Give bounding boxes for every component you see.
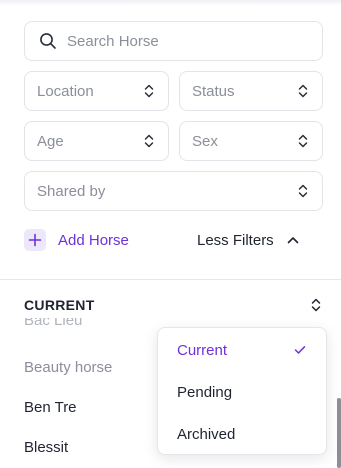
chevron-up-down-icon bbox=[144, 84, 154, 98]
horse-filter-panel: Search Horse Location Status Age Sex Sha… bbox=[0, 0, 341, 468]
list-item[interactable]: Blessit bbox=[24, 439, 68, 456]
add-horse-label: Add Horse bbox=[58, 231, 129, 249]
age-label: Age bbox=[37, 132, 64, 150]
list-item[interactable]: Ben Tre bbox=[24, 399, 77, 416]
chevron-up-down-icon bbox=[298, 184, 308, 198]
chevron-up-icon bbox=[287, 237, 298, 244]
list-section-header: CURRENT bbox=[24, 297, 95, 313]
age-select[interactable]: Age bbox=[24, 121, 169, 161]
search-icon bbox=[40, 33, 56, 49]
location-select[interactable]: Location bbox=[24, 71, 169, 111]
shared-by-label: Shared by bbox=[37, 182, 106, 200]
sex-label: Sex bbox=[192, 132, 218, 150]
location-label: Location bbox=[37, 82, 94, 100]
plus-icon bbox=[24, 229, 46, 251]
chevron-up-down-icon bbox=[144, 134, 154, 148]
list-item[interactable]: Bac Lieu bbox=[24, 318, 82, 334]
section-divider bbox=[0, 279, 341, 280]
check-icon bbox=[294, 346, 306, 354]
list-item[interactable]: Beauty horse bbox=[24, 359, 112, 376]
search-horse-input[interactable]: Search Horse bbox=[24, 21, 323, 61]
status-dropdown-menu: Current Pending Archived bbox=[157, 327, 327, 455]
chevron-up-down-icon bbox=[298, 84, 308, 98]
top-shadow bbox=[0, 0, 341, 6]
chevron-up-down-icon[interactable] bbox=[309, 297, 323, 313]
chevron-up-down-icon bbox=[298, 134, 308, 148]
status-label: Status bbox=[192, 82, 235, 100]
list-item-label: Bac Lieu bbox=[24, 318, 83, 329]
dropdown-option-archived[interactable]: Archived bbox=[177, 426, 235, 443]
scrollbar[interactable] bbox=[337, 398, 341, 468]
status-select[interactable]: Status bbox=[179, 71, 323, 111]
shared-by-select[interactable]: Shared by bbox=[24, 171, 323, 211]
less-filters-label: Less Filters bbox=[197, 231, 274, 249]
add-horse-button[interactable]: Add Horse bbox=[24, 228, 129, 252]
search-placeholder: Search Horse bbox=[67, 32, 159, 50]
sex-select[interactable]: Sex bbox=[179, 121, 323, 161]
less-filters-toggle[interactable]: Less Filters bbox=[197, 228, 299, 252]
dropdown-option-current[interactable]: Current bbox=[177, 342, 227, 359]
dropdown-option-pending[interactable]: Pending bbox=[177, 384, 232, 401]
